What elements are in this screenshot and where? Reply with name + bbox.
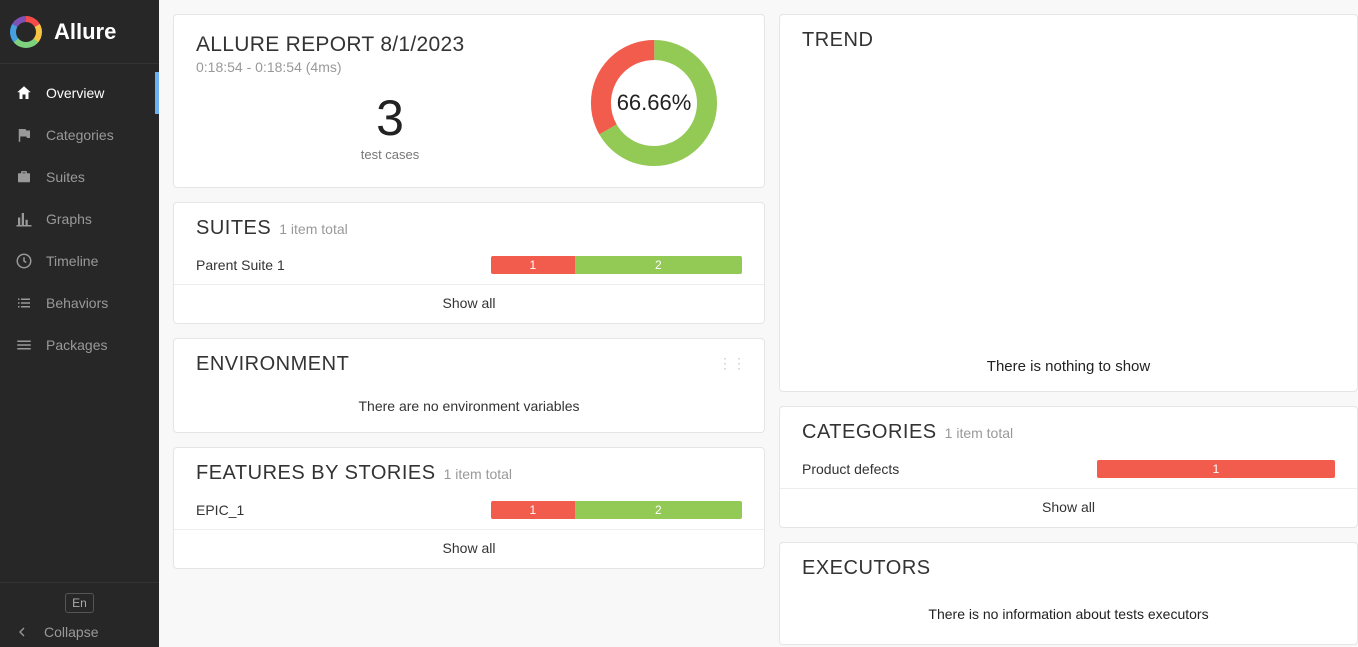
features-panel: FEATURES BY STORIES 1 item total EPIC_1 … (173, 447, 765, 569)
sidebar-footer: En Collapse (0, 582, 159, 647)
sidebar-item-categories[interactable]: Categories (0, 114, 159, 156)
home-icon (14, 83, 34, 103)
category-name: Product defects (802, 461, 1097, 477)
trend-empty: There is nothing to show (987, 358, 1150, 375)
brand[interactable]: Allure (0, 0, 159, 64)
sidebar-item-graphs[interactable]: Graphs (0, 198, 159, 240)
features-title: FEATURES BY STORIES (196, 462, 436, 485)
trend-title: TREND (802, 29, 873, 52)
categories-show-all[interactable]: Show all (780, 488, 1357, 527)
report-title: ALLURE REPORT 8/1/2023 (196, 33, 584, 57)
feature-name: EPIC_1 (196, 502, 491, 518)
suite-status-bar: 1 2 (491, 256, 742, 274)
report-time-range: 0:18:54 - 0:18:54 (4ms) (196, 59, 584, 75)
list-icon (14, 293, 34, 313)
sidebar-item-label: Behaviors (46, 295, 108, 311)
feature-row[interactable]: EPIC_1 1 2 (174, 493, 764, 529)
sidebar-item-label: Graphs (46, 211, 92, 227)
failed-segment: 1 (491, 256, 575, 274)
category-row[interactable]: Product defects 1 (780, 452, 1357, 488)
category-status-bar: 1 (1097, 460, 1335, 478)
collapse-label: Collapse (44, 624, 98, 640)
suite-name: Parent Suite 1 (196, 257, 491, 273)
executors-panel: EXECUTORS There is no information about … (779, 542, 1358, 645)
sidebar-item-label: Categories (46, 127, 114, 143)
flag-icon (14, 125, 34, 145)
passed-segment: 2 (575, 501, 742, 519)
trend-panel: TREND There is nothing to show (779, 14, 1358, 392)
drag-handle-icon[interactable]: ⋮⋮ (718, 355, 746, 372)
sidebar-item-behaviors[interactable]: Behaviors (0, 282, 159, 324)
brand-name: Allure (54, 19, 116, 45)
main-content: ALLURE REPORT 8/1/2023 0:18:54 - 0:18:54… (159, 0, 1358, 647)
sidebar-item-label: Timeline (46, 253, 98, 269)
failed-segment: 1 (1097, 460, 1335, 478)
features-show-all[interactable]: Show all (174, 529, 764, 568)
sidebar-item-overview[interactable]: Overview (0, 72, 159, 114)
categories-panel: CATEGORIES 1 item total Product defects … (779, 406, 1358, 528)
passed-segment: 2 (575, 256, 742, 274)
bar-chart-icon (14, 209, 34, 229)
sidebar: Allure Overview Categories Suites (0, 0, 159, 647)
environment-empty: There are no environment variables (174, 384, 764, 432)
suites-title: SUITES (196, 217, 271, 240)
pass-rate-percent: 66.66% (584, 33, 724, 173)
chevron-left-icon (12, 623, 32, 641)
environment-title: ENVIRONMENT (196, 353, 349, 376)
categories-count: 1 item total (945, 425, 1013, 441)
clock-icon (14, 251, 34, 271)
summary-panel: ALLURE REPORT 8/1/2023 0:18:54 - 0:18:54… (173, 14, 765, 188)
nav: Overview Categories Suites Graphs (0, 64, 159, 366)
environment-panel: ENVIRONMENT ⋮⋮ There are no environment … (173, 338, 765, 433)
allure-logo-icon (10, 16, 42, 48)
executors-empty: There is no information about tests exec… (780, 588, 1357, 644)
sidebar-item-label: Packages (46, 337, 107, 353)
pass-rate-donut: 66.66% (584, 33, 724, 173)
test-cases-count: 3 (196, 93, 584, 143)
menu-icon (14, 335, 34, 355)
sidebar-item-label: Suites (46, 169, 85, 185)
sidebar-item-timeline[interactable]: Timeline (0, 240, 159, 282)
suite-row[interactable]: Parent Suite 1 1 2 (174, 248, 764, 284)
collapse-sidebar[interactable]: Collapse (12, 623, 147, 641)
suites-panel: SUITES 1 item total Parent Suite 1 1 2 S… (173, 202, 765, 324)
briefcase-icon (14, 167, 34, 187)
feature-status-bar: 1 2 (491, 501, 742, 519)
features-count: 1 item total (444, 466, 512, 482)
failed-segment: 1 (491, 501, 575, 519)
suites-count: 1 item total (279, 221, 347, 237)
test-cases-label: test cases (196, 147, 584, 162)
suites-show-all[interactable]: Show all (174, 284, 764, 323)
categories-title: CATEGORIES (802, 421, 937, 444)
language-toggle[interactable]: En (65, 593, 94, 613)
executors-title: EXECUTORS (802, 557, 931, 580)
sidebar-item-label: Overview (46, 85, 104, 101)
sidebar-item-suites[interactable]: Suites (0, 156, 159, 198)
sidebar-item-packages[interactable]: Packages (0, 324, 159, 366)
